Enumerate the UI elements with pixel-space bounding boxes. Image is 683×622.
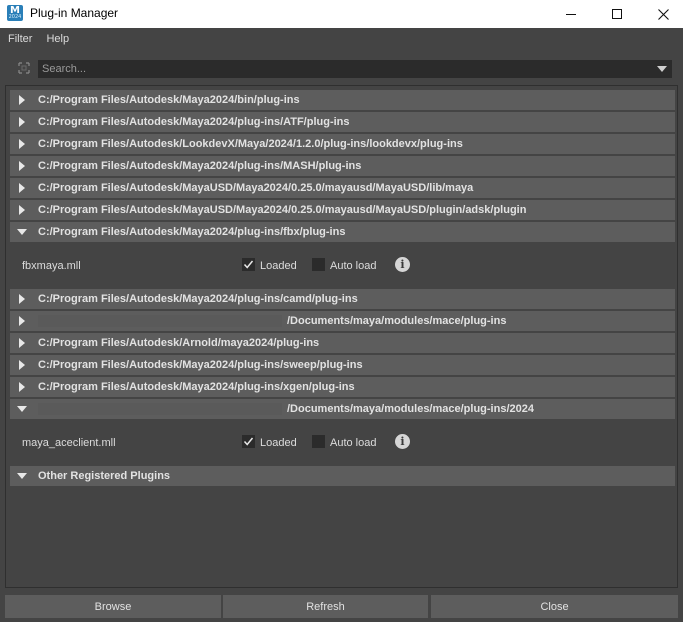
- folder-header[interactable]: C:/Program Files/Autodesk/MayaUSD/Maya20…: [10, 178, 675, 198]
- expand-arrow-icon[interactable]: [19, 161, 25, 171]
- info-icon[interactable]: i: [395, 257, 410, 272]
- close-icon: [657, 8, 669, 20]
- plugin-name: fbxmaya.mll: [22, 260, 81, 272]
- folder-header[interactable]: C:/Program Files/Autodesk/MayaUSD/Maya20…: [10, 200, 675, 220]
- plugin-row: fbxmaya.mll Loaded Auto load i: [10, 256, 675, 276]
- search-dropdown-arrow-icon[interactable]: [657, 66, 667, 72]
- folder-path: /Documents/maya/modules/mace/plug-ins: [287, 315, 507, 327]
- expand-arrow-icon[interactable]: [19, 205, 25, 215]
- loaded-label: Loaded: [260, 437, 297, 449]
- expand-arrow-icon[interactable]: [19, 117, 25, 127]
- search-input[interactable]: [41, 61, 646, 77]
- folder-path: Other Registered Plugins: [38, 470, 171, 482]
- refresh-button[interactable]: Refresh: [223, 595, 428, 618]
- close-window-button[interactable]: [640, 0, 683, 28]
- maya-app-icon: M 2024: [7, 5, 23, 21]
- collapse-arrow-icon[interactable]: [17, 473, 27, 479]
- auto-load-label: Auto load: [330, 260, 377, 272]
- folder-header[interactable]: C:/Program Files/Autodesk/Maya2024/plug-…: [10, 156, 675, 176]
- folder-header[interactable]: /Documents/maya/modules/mace/plug-ins: [10, 311, 675, 331]
- maximize-icon: [612, 9, 622, 19]
- expand-arrow-icon[interactable]: [19, 139, 25, 149]
- plugin-name: maya_aceclient.mll: [22, 437, 116, 449]
- menu-filter[interactable]: Filter: [8, 33, 32, 45]
- checkmark-icon: [243, 437, 254, 446]
- loaded-checkbox[interactable]: [242, 258, 255, 271]
- checkmark-icon: [243, 260, 254, 269]
- menu-help[interactable]: Help: [46, 33, 69, 45]
- title-bar: M 2024 Plug-in Manager: [0, 0, 683, 28]
- search-box: [38, 60, 672, 78]
- auto-load-checkbox[interactable]: [312, 258, 325, 271]
- folder-header-expanded[interactable]: /Documents/maya/modules/mace/plug-ins/20…: [10, 399, 675, 419]
- expand-arrow-icon[interactable]: [19, 316, 25, 326]
- folder-header[interactable]: C:/Program Files/Autodesk/Maya2024/plug-…: [10, 377, 675, 397]
- folder-path: C:/Program Files/Autodesk/Maya2024/plug-…: [38, 293, 358, 305]
- folder-header-expanded[interactable]: C:/Program Files/Autodesk/Maya2024/plug-…: [10, 222, 675, 242]
- expand-arrow-icon[interactable]: [19, 95, 25, 105]
- search-row: [0, 56, 683, 82]
- folder-path: C:/Program Files/Autodesk/Maya2024/plug-…: [38, 116, 350, 128]
- filter-bracket-icon[interactable]: [16, 60, 32, 76]
- folder-path: C:/Program Files/Autodesk/LookdevX/Maya/…: [38, 138, 463, 150]
- window-title: Plug-in Manager: [30, 6, 119, 20]
- minimize-icon: [566, 13, 576, 15]
- folder-path: C:/Program Files/Autodesk/MayaUSD/Maya20…: [38, 182, 474, 194]
- folder-path: /Documents/maya/modules/mace/plug-ins/20…: [287, 403, 534, 415]
- folder-path: C:/Program Files/Autodesk/Maya2024/bin/p…: [38, 94, 300, 106]
- expand-arrow-icon[interactable]: [19, 382, 25, 392]
- folder-header[interactable]: C:/Program Files/Autodesk/Maya2024/plug-…: [10, 289, 675, 309]
- folder-path: C:/Program Files/Autodesk/Maya2024/plug-…: [38, 226, 346, 238]
- auto-load-label: Auto load: [330, 437, 377, 449]
- browse-button[interactable]: Browse: [5, 595, 221, 618]
- folder-path: C:/Program Files/Autodesk/MayaUSD/Maya20…: [38, 204, 527, 216]
- folder-header-expanded[interactable]: Other Registered Plugins: [10, 466, 675, 486]
- redacted-path-prefix: [38, 315, 282, 327]
- folder-header[interactable]: C:/Program Files/Autodesk/LookdevX/Maya/…: [10, 134, 675, 154]
- folder-path: C:/Program Files/Autodesk/Maya2024/plug-…: [38, 160, 362, 172]
- folder-header[interactable]: C:/Program Files/Autodesk/Maya2024/plug-…: [10, 355, 675, 375]
- collapse-arrow-icon[interactable]: [17, 406, 27, 412]
- folder-path: C:/Program Files/Autodesk/Maya2024/plug-…: [38, 359, 363, 371]
- loaded-label: Loaded: [260, 260, 297, 272]
- minimize-button[interactable]: [548, 0, 594, 28]
- info-icon[interactable]: i: [395, 434, 410, 449]
- plugin-row: maya_aceclient.mll Loaded Auto load i: [10, 433, 675, 453]
- menu-bar: Filter Help: [0, 28, 683, 50]
- app-icon-version: 2024: [8, 14, 22, 20]
- auto-load-checkbox[interactable]: [312, 435, 325, 448]
- folder-path: C:/Program Files/Autodesk/Arnold/maya202…: [38, 337, 320, 349]
- expand-arrow-icon[interactable]: [19, 294, 25, 304]
- collapse-arrow-icon[interactable]: [17, 229, 27, 235]
- expand-arrow-icon[interactable]: [19, 338, 25, 348]
- folder-path: C:/Program Files/Autodesk/Maya2024/plug-…: [38, 381, 355, 393]
- plugin-list-panel[interactable]: C:/Program Files/Autodesk/Maya2024/bin/p…: [5, 85, 678, 588]
- expand-arrow-icon[interactable]: [19, 360, 25, 370]
- folder-header[interactable]: C:/Program Files/Autodesk/Arnold/maya202…: [10, 333, 675, 353]
- expand-arrow-icon[interactable]: [19, 183, 25, 193]
- folder-header[interactable]: C:/Program Files/Autodesk/Maya2024/bin/p…: [10, 90, 675, 110]
- redacted-path-prefix: [38, 403, 282, 415]
- loaded-checkbox[interactable]: [242, 435, 255, 448]
- maximize-button[interactable]: [594, 0, 640, 28]
- folder-header[interactable]: C:/Program Files/Autodesk/Maya2024/plug-…: [10, 112, 675, 132]
- close-button[interactable]: Close: [431, 595, 678, 618]
